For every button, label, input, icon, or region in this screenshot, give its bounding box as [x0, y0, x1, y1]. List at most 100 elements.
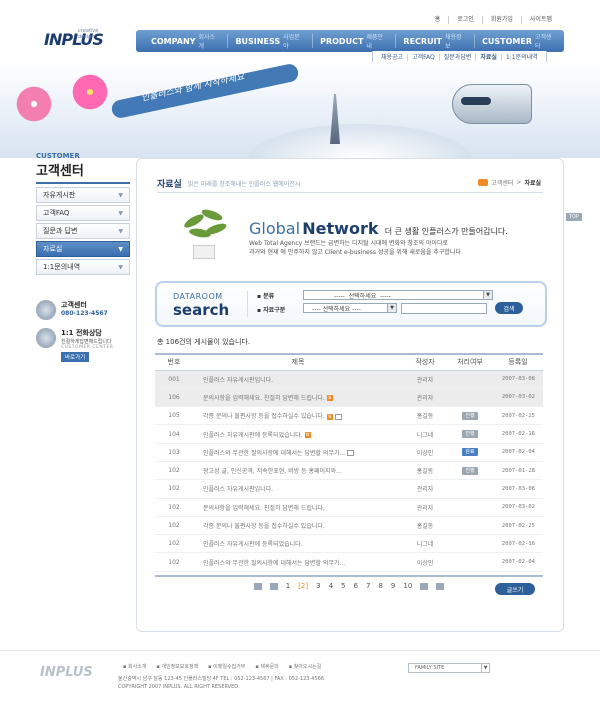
row-title-text[interactable]: 문의사항을 입력해세요. 친절히 답변해 드립니다. — [203, 505, 325, 512]
row-title-text[interactable]: 인플러스 자유게시판입니다. — [203, 486, 273, 493]
footer-link[interactable]: ▪ 회사소개 — [118, 663, 151, 670]
pagination: 1 [2] 3 4 5 6 7 8 9 10 — [155, 575, 543, 595]
footer-link[interactable]: ▪ 찾아오시는길 — [284, 663, 327, 670]
subnav-item[interactable]: 채용공고 — [377, 54, 407, 61]
row-title[interactable]: 인플러스 자유게시판에 등록되었습니다. N — [193, 424, 403, 444]
util-link[interactable]: 회원가입 — [481, 16, 521, 24]
page-number[interactable]: 1 — [286, 582, 290, 590]
row-title-text[interactable]: 인플러스 자유게시판입니다. — [203, 377, 273, 384]
family-site-select[interactable]: FAMILY SITE ▼ — [408, 663, 490, 673]
new-icon: N — [326, 395, 333, 402]
table-row[interactable]: 102 인플러스 자유게시판입니다. 관리자 2007-03-08 — [155, 479, 543, 499]
table-row[interactable]: 001 인플러스 자유게시판입니다. 관리자 2007-03-08 — [155, 370, 543, 389]
first-page-icon[interactable] — [253, 582, 262, 590]
page-number[interactable]: 8 — [378, 582, 382, 590]
gnb-item-product[interactable]: PRODUCT 제품안내 — [312, 34, 395, 50]
prev-page-icon[interactable] — [269, 582, 278, 590]
footer-link[interactable]: ▪ 이메일수집거부 — [203, 663, 250, 670]
gnb-item-customer[interactable]: CUSTOMER 고객센터 — [474, 34, 564, 50]
page-number[interactable]: 4 — [329, 582, 333, 590]
side-nav-item[interactable]: 질문과 답변 ▼ — [36, 223, 130, 239]
search-button[interactable]: 검색 — [495, 302, 523, 314]
side-nav-item[interactable]: 자유게시판 ▼ — [36, 187, 130, 203]
cs-consult-en: CUSTOMER CENTER — [61, 345, 114, 350]
cs-shortcut-button[interactable]: 바로가기 — [61, 352, 90, 362]
table-row[interactable]: 103 인플러스와 무관한 질의사항에 대해서는 답변할 의무가... 이상민 완료 2… — [155, 443, 543, 462]
page-number[interactable]: [2] — [298, 582, 308, 590]
last-page-icon[interactable] — [436, 582, 445, 590]
row-title-text[interactable]: 인플러스 자유게시판에 등록되었습니다. — [203, 432, 303, 439]
table-row[interactable]: 102 문의사항을 입력해세요. 친절히 답변해 드립니다. 관리자 2007-03-… — [155, 498, 543, 517]
table-row[interactable]: 106 문의사항을 입력해세요. 친절히 답변해 드립니다. N 관리자 2007-03… — [155, 388, 543, 408]
row-title-text[interactable]: 광고성 글, 인신공격, 저속한표현, 비방 등 홍페이지와... — [203, 468, 342, 475]
page-number[interactable]: 10 — [403, 582, 412, 590]
footer-link[interactable]: ▪ 제휴문의 — [250, 663, 283, 670]
next-page-icon[interactable] — [420, 582, 429, 590]
row-title[interactable]: 각종 문의나 불편사항 등을 접수하실수 있습니다. N — [193, 406, 403, 426]
chevron-down-icon: ▼ — [118, 227, 123, 235]
row-title[interactable]: 인플러스와 무관한 질의사항에 대해서는 답변할 의무가... — [193, 443, 403, 462]
gnb-item-company[interactable]: COMPANY 회사소개 — [144, 34, 227, 50]
row-title[interactable]: 문의사항을 입력해세요. 친절히 답변해 드립니다. N — [193, 388, 403, 408]
subnav-item[interactable]: 고객FAQ — [407, 54, 439, 61]
page-number[interactable]: 9 — [391, 582, 395, 590]
page-number[interactable]: 5 — [341, 582, 345, 590]
gnb-item-en: CUSTOMER — [482, 36, 532, 46]
gnb-item-ko: 고객센터 — [535, 34, 552, 50]
footer-link[interactable]: ▪ 개인정보보호정책 — [151, 663, 203, 670]
side-nav-item[interactable]: 1:1문의내역 ▼ — [36, 259, 130, 275]
row-title[interactable]: 인플러스와 무관한 질의사항에 대해서는 답변할 의무가... — [193, 552, 403, 572]
customer-service-box: 고객센터 080-123-4567 1:1 전화상담 친절하게답변해드립니다 C… — [36, 300, 130, 370]
table-row[interactable]: 104 인플러스 자유게시판에 등록되었습니다. N 니그네 진행 2007-02-16 — [155, 424, 543, 444]
util-link[interactable]: 사이트맵 — [520, 16, 560, 24]
table-row[interactable]: 105 각종 문의나 불편사항 등을 접수하실수 있습니다. N 홍길동 진행 2007-… — [155, 406, 543, 426]
row-date: 2007-03-08 — [493, 370, 543, 389]
row-date: 2007-03-02 — [493, 388, 543, 408]
subnav-item[interactable]: 자료실 — [475, 54, 501, 61]
row-title[interactable]: 인플러스 자유게시판입니다. — [193, 370, 403, 389]
row-title-text[interactable]: 인플러스와 무관한 질의사항에 대해서는 답변할 의무가... — [203, 450, 345, 457]
row-number: 104 — [155, 424, 193, 444]
type-select[interactable]: ---- 선택하세요 ---- ▼ — [303, 303, 397, 313]
row-date: 2007-01-28 — [493, 461, 543, 481]
home-icon[interactable] — [478, 179, 489, 186]
breadcrumb-item[interactable]: 고객센터 — [491, 178, 513, 187]
row-title[interactable]: 각종 문의나 불편사항 등을 접수하실수 있습니다. — [193, 516, 403, 536]
search-input[interactable] — [401, 303, 487, 314]
row-title[interactable]: 광고성 글, 인신공격, 저속한표현, 비방 등 홍페이지와... — [193, 461, 403, 481]
category-select[interactable]: ----- 선택하세요 ----- ▼ — [303, 290, 493, 300]
subnav-item[interactable]: 질문과답변 — [438, 54, 476, 61]
table-row[interactable]: 102 광고성 글, 인신공격, 저속한표현, 비방 등 홍페이지와... 홍길동 진… — [155, 461, 543, 481]
row-title[interactable]: 문의사항을 입력해세요. 친절히 답변해 드립니다. — [193, 498, 403, 517]
table-row[interactable]: 102 각종 문의나 불편사항 등을 접수하실수 있습니다. 홍길동 2007-02-… — [155, 516, 543, 536]
table-row[interactable]: 102 인플러스 자유게시판에 등록되었습니다. 니그네 2007-02-16 — [155, 534, 543, 554]
top-button[interactable]: TOP — [566, 213, 583, 221]
gnb-item-business[interactable]: BUSINESS 사업분야 — [227, 34, 312, 50]
row-title[interactable]: 인플러스 자유게시판에 등록되었습니다. — [193, 534, 403, 554]
chevron-down-icon: ▼ — [118, 263, 123, 271]
gnb-item-recruit[interactable]: RECRUIT 채용정보 — [395, 34, 474, 50]
row-title-text[interactable]: 각종 문의나 불편사항 등을 접수하실수 있습니다. — [203, 413, 325, 420]
side-nav-item[interactable]: 자료실 ▼ — [36, 241, 130, 257]
page-number[interactable]: 3 — [316, 582, 320, 590]
write-button[interactable]: 글쓰기 — [495, 583, 535, 595]
side-nav-title: 고객센터 — [36, 160, 130, 184]
row-title-text[interactable]: 인플러스 자유게시판에 등록되었습니다. — [203, 541, 303, 548]
row-writer: 이상민 — [403, 443, 447, 462]
search-box-label: DATAROOM — [173, 292, 223, 301]
subnav-item[interactable]: 1:1문의내역 — [500, 54, 542, 61]
util-link[interactable]: 홈 — [427, 16, 449, 24]
table-row[interactable]: 102 인플러스와 무관한 질의사항에 대해서는 답변할 의무가... 이상민 200… — [155, 552, 543, 572]
row-date: 2007-02-16 — [493, 424, 543, 444]
row-title-text[interactable]: 각종 문의나 불편사항 등을 접수하실수 있습니다. — [203, 523, 325, 530]
page-number[interactable]: 7 — [366, 582, 370, 590]
row-title-text[interactable]: 문의사항을 입력해세요. 친절히 답변해 드립니다. — [203, 395, 325, 402]
util-link[interactable]: 로그인 — [448, 16, 482, 24]
status-badge: 완료 — [462, 448, 478, 457]
logo[interactable]: INPLUS creative design — [44, 28, 104, 49]
footer-links: ▪ 회사소개 ▪ 개인정보보호정책 ▪ 이메일수집거부 ▪ 제휴문의 ▪ 찾아오시는길 — [118, 663, 326, 670]
page-number[interactable]: 6 — [354, 582, 358, 590]
row-title-text[interactable]: 인플러스와 무관한 질의사항에 대해서는 답변할 의무가... — [203, 560, 345, 567]
side-nav-item[interactable]: 고객FAQ ▼ — [36, 205, 130, 221]
row-title[interactable]: 인플러스 자유게시판입니다. — [193, 479, 403, 499]
